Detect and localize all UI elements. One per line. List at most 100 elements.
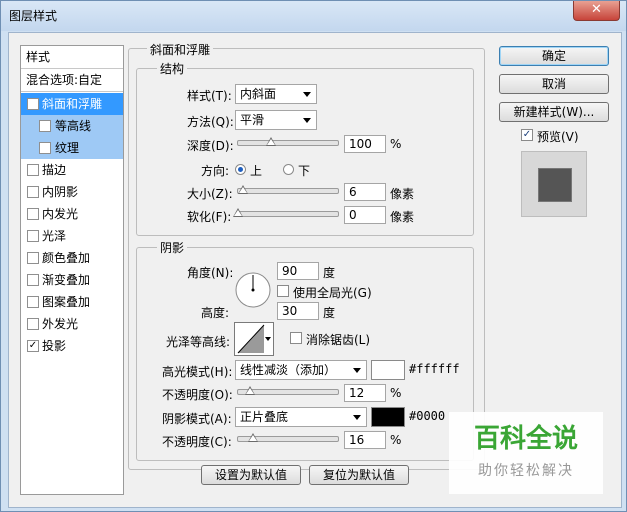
watermark-title: 百科全说 [473, 424, 578, 454]
list-item-drop-shadow[interactable]: ✓ 投影 [21, 335, 123, 357]
reset-default-button[interactable]: 复位为默认值 [309, 465, 409, 485]
checkbox[interactable] [39, 142, 51, 154]
list-header-styles[interactable]: 样式 [21, 46, 123, 68]
direction-down-radio[interactable] [283, 164, 294, 175]
altitude-label: 高度: [201, 306, 230, 320]
highlight-color-hex: #ffffff [409, 362, 460, 376]
angle-input[interactable]: 90 [277, 262, 319, 280]
checkbox[interactable] [27, 318, 39, 330]
direction-up-radio[interactable] [235, 164, 246, 175]
highlight-opacity-input[interactable]: 12 [344, 384, 386, 402]
size-slider-handle[interactable] [238, 185, 248, 194]
style-preview-box [521, 151, 587, 217]
chevron-down-icon [353, 368, 361, 373]
list-item-outer-glow[interactable]: 外发光 [21, 313, 123, 335]
list-item-inner-glow[interactable]: 内发光 [21, 203, 123, 225]
checkbox[interactable] [27, 252, 39, 264]
size-input[interactable]: 6 [344, 183, 386, 201]
checkbox[interactable] [27, 208, 39, 220]
checkbox[interactable]: ✓ [27, 340, 39, 352]
gloss-contour-label: 光泽等高线: [166, 335, 231, 349]
shadow-mode-select[interactable]: 正片叠底 [235, 407, 367, 427]
method-label: 方法(Q): [187, 115, 234, 129]
highlight-color-swatch[interactable] [371, 360, 405, 380]
antialias-checkbox[interactable] [290, 332, 302, 344]
list-item-stroke[interactable]: 描边 [21, 159, 123, 181]
angle-unit: 度 [323, 266, 336, 280]
highlight-mode-select[interactable]: 线性减淡（添加） [235, 360, 367, 380]
depth-unit: % [390, 137, 402, 151]
styles-list: 样式 混合选项:自定 ✓ 斜面和浮雕 等高线 纹理 描边 内阴影 内发光 光泽 颜… [20, 45, 124, 495]
depth-label: 深度(D): [187, 139, 234, 153]
list-item-satin[interactable]: 光泽 [21, 225, 123, 247]
divider [21, 91, 123, 92]
highlight-opacity-unit: % [390, 386, 402, 400]
list-item-pattern-overlay[interactable]: 图案叠加 [21, 291, 123, 313]
direction-up-label: 上 [250, 164, 263, 178]
new-style-button[interactable]: 新建样式(W)... [499, 102, 609, 122]
method-select[interactable]: 平滑 [235, 110, 317, 130]
preview-checkbox[interactable]: ✓ [521, 129, 533, 141]
highlight-opacity-handle[interactable] [245, 386, 255, 395]
angle-dial[interactable] [234, 271, 272, 309]
chevron-down-icon [303, 118, 311, 123]
checkbox[interactable] [27, 186, 39, 198]
make-default-button[interactable]: 设置为默认值 [201, 465, 301, 485]
depth-slider[interactable] [237, 140, 339, 146]
window-title: 图层样式 [9, 9, 58, 23]
checkbox[interactable] [27, 296, 39, 308]
depth-input[interactable]: 100 [344, 135, 386, 153]
checkbox[interactable] [39, 120, 51, 132]
close-button[interactable]: ✕ [573, 1, 620, 21]
list-item-contour[interactable]: 等高线 [21, 115, 123, 137]
list-item-gradient-overlay[interactable]: 渐变叠加 [21, 269, 123, 291]
soften-input[interactable]: 0 [344, 206, 386, 224]
altitude-input[interactable]: 30 [277, 302, 319, 320]
list-item-blending-options[interactable]: 混合选项:自定 [21, 69, 123, 91]
highlight-mode-label: 高光模式(H): [162, 365, 233, 379]
list-item-color-overlay[interactable]: 颜色叠加 [21, 247, 123, 269]
cancel-button[interactable]: 取消 [499, 74, 609, 94]
style-label: 样式(T): [187, 89, 232, 103]
title-bar: 图层样式 ✕ [1, 1, 626, 31]
checkbox[interactable]: ✓ [27, 98, 39, 110]
list-item-bevel-emboss[interactable]: ✓ 斜面和浮雕 [21, 93, 123, 115]
watermark: 百科全说 助你轻松解决 [449, 412, 603, 494]
ok-button[interactable]: 确定 [499, 46, 609, 66]
angle-label: 角度(N): [187, 266, 234, 280]
global-light-label: 使用全局光(G) [293, 286, 372, 300]
list-item-texture[interactable]: 纹理 [21, 137, 123, 159]
shadow-opacity-handle[interactable] [248, 433, 258, 442]
style-select[interactable]: 内斜面 [235, 84, 317, 104]
soften-label: 软化(F): [187, 210, 232, 224]
dialog-client: 样式 混合选项:自定 ✓ 斜面和浮雕 等高线 纹理 描边 内阴影 内发光 光泽 颜… [8, 32, 622, 508]
size-slider[interactable] [237, 188, 339, 194]
highlight-opacity-label: 不透明度(O): [162, 388, 233, 402]
shadow-opacity-label: 不透明度(C): [162, 435, 232, 449]
shadow-color-hex: #0000 [409, 409, 446, 423]
shadow-mode-label: 阴影模式(A): [162, 412, 232, 426]
checkbox[interactable] [27, 230, 39, 242]
shadow-color-swatch[interactable] [371, 407, 405, 427]
watermark-subtitle: 助你轻松解决 [478, 463, 574, 479]
checkbox[interactable] [27, 274, 39, 286]
depth-slider-handle[interactable] [266, 137, 276, 146]
soften-slider[interactable] [237, 211, 339, 217]
chevron-down-icon [265, 337, 271, 341]
altitude-unit: 度 [323, 306, 336, 320]
shadow-opacity-input[interactable]: 16 [344, 431, 386, 449]
global-light-checkbox[interactable] [277, 285, 289, 297]
preview-swatch [538, 168, 572, 202]
antialias-label: 消除锯齿(L) [306, 333, 371, 347]
chevron-down-icon [353, 415, 361, 420]
soften-slider-handle[interactable] [233, 208, 243, 217]
shadow-opacity-unit: % [390, 433, 402, 447]
size-label: 大小(Z): [187, 187, 233, 201]
shading-title: 阴影 [157, 239, 188, 256]
list-item-inner-shadow[interactable]: 内阴影 [21, 181, 123, 203]
layer-style-dialog: 图层样式 ✕ 样式 混合选项:自定 ✓ 斜面和浮雕 等高线 纹理 描边 内阴影 内… [0, 0, 627, 512]
gloss-contour-picker[interactable] [234, 322, 274, 356]
soften-unit: 像素 [390, 210, 415, 224]
checkbox[interactable] [27, 164, 39, 176]
direction-label: 方向: [201, 164, 230, 178]
